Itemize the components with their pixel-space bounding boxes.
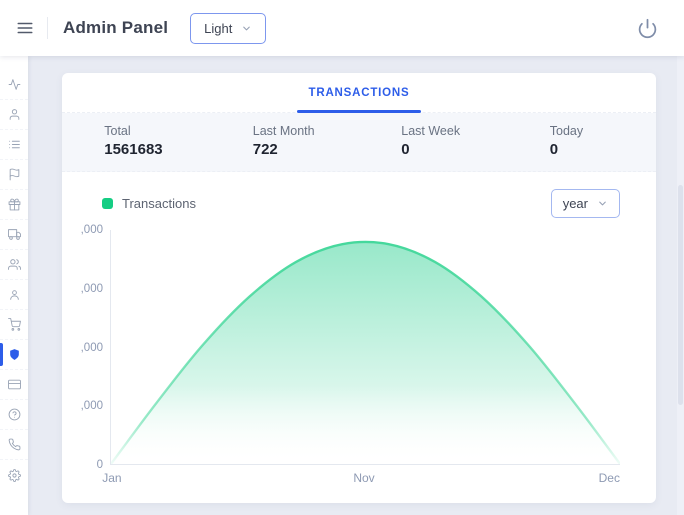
phone-icon xyxy=(8,438,21,451)
chevron-down-icon xyxy=(241,23,252,34)
hamburger-icon xyxy=(16,19,34,37)
y-axis: ,000,000,000,0000 xyxy=(76,230,110,465)
main-content: TRANSACTIONS Total1561683Last Month722La… xyxy=(28,56,684,515)
y-tick-label: ,000 xyxy=(81,400,103,412)
chart-legend: Transactions xyxy=(102,196,196,211)
logout-button[interactable] xyxy=(637,18,658,39)
sidebar-item-gift[interactable] xyxy=(0,190,28,220)
y-tick-label: ,000 xyxy=(81,224,103,236)
app-title: Admin Panel xyxy=(63,18,168,38)
legend-label: Transactions xyxy=(122,196,196,211)
stat-value: 0 xyxy=(550,141,614,158)
menu-toggle-button[interactable] xyxy=(16,19,34,37)
sidebar-item-activity[interactable] xyxy=(0,70,28,100)
truck-icon xyxy=(8,228,21,241)
x-tick-label: Jan xyxy=(102,471,121,485)
stat-label: Last Week xyxy=(401,124,465,138)
theme-select-value: Light xyxy=(204,21,232,36)
flag-icon xyxy=(8,168,21,181)
y-tick-label: ,000 xyxy=(81,283,103,295)
range-select-value: year xyxy=(563,196,588,211)
topbar: Admin Panel Light xyxy=(0,0,684,56)
sidebar-item-help[interactable] xyxy=(0,400,28,430)
sidebar-item-list[interactable] xyxy=(0,130,28,160)
activity-icon xyxy=(8,78,21,91)
transactions-area-series xyxy=(111,230,620,464)
stat-label: Today xyxy=(550,124,614,138)
y-tick-label: 0 xyxy=(97,459,103,471)
stat-total: Total 1561683 xyxy=(62,124,211,158)
area-chart: ,000,000,000,0000 xyxy=(76,230,620,465)
tab-transactions-label: TRANSACTIONS xyxy=(309,87,410,99)
sidebar-item-cart[interactable] xyxy=(0,310,28,340)
list-icon xyxy=(8,138,21,151)
transactions-card: TRANSACTIONS Total1561683Last Month722La… xyxy=(62,73,656,503)
scrollbar-thumb[interactable] xyxy=(678,185,683,405)
cart-icon xyxy=(8,318,21,331)
tab-bar: TRANSACTIONS xyxy=(62,73,656,113)
user-icon xyxy=(8,108,21,121)
gift-icon xyxy=(8,198,21,211)
shield-icon xyxy=(8,348,21,361)
stat-value: 1561683 xyxy=(104,141,168,158)
chevron-down-icon xyxy=(597,198,608,209)
users-icon xyxy=(8,258,21,271)
help-icon xyxy=(8,408,21,421)
sidebar-item-phone[interactable] xyxy=(0,430,28,460)
credit-card-icon xyxy=(8,378,21,391)
sidebar-item-user-badge[interactable] xyxy=(0,280,28,310)
stat-last-week: Last Week 0 xyxy=(359,124,508,158)
sidebar-item-users[interactable] xyxy=(0,250,28,280)
sidebar-item-gear[interactable] xyxy=(0,460,28,490)
chart-section: Transactions year ,000 ,000 ,000 ,000 0 xyxy=(62,172,656,503)
tab-transactions[interactable]: TRANSACTIONS xyxy=(295,73,424,112)
user-badge-icon xyxy=(8,288,21,301)
sidebar-item-credit-card[interactable] xyxy=(0,370,28,400)
stat-label: Total xyxy=(104,124,168,138)
stat-last-month: Last Month 722 xyxy=(211,124,360,158)
stats-row: Total1561683Last Month722Last Week0Today… xyxy=(62,113,656,172)
plot-area xyxy=(110,230,620,465)
stat-label: Last Month xyxy=(253,124,317,138)
range-select[interactable]: year xyxy=(551,189,620,218)
sidebar-item-shield[interactable] xyxy=(0,340,28,370)
sidebar-item-flag[interactable] xyxy=(0,160,28,190)
gear-icon xyxy=(8,469,21,482)
sidebar xyxy=(0,56,28,515)
tab-active-underline xyxy=(297,110,422,113)
topbar-divider xyxy=(47,17,48,39)
stat-today: Today 0 xyxy=(508,124,657,158)
x-axis: JanNovDec xyxy=(110,471,620,485)
legend-swatch-transactions xyxy=(102,198,113,209)
stat-value: 722 xyxy=(253,141,317,158)
page-scrollbar[interactable] xyxy=(677,56,684,515)
x-tick-label: Dec xyxy=(599,471,620,485)
stat-value: 0 xyxy=(401,141,465,158)
power-icon xyxy=(637,18,658,39)
sidebar-item-user[interactable] xyxy=(0,100,28,130)
theme-select[interactable]: Light xyxy=(190,13,266,44)
sidebar-item-truck[interactable] xyxy=(0,220,28,250)
y-tick-label: ,000 xyxy=(81,342,103,354)
x-tick-label: Nov xyxy=(353,471,374,485)
